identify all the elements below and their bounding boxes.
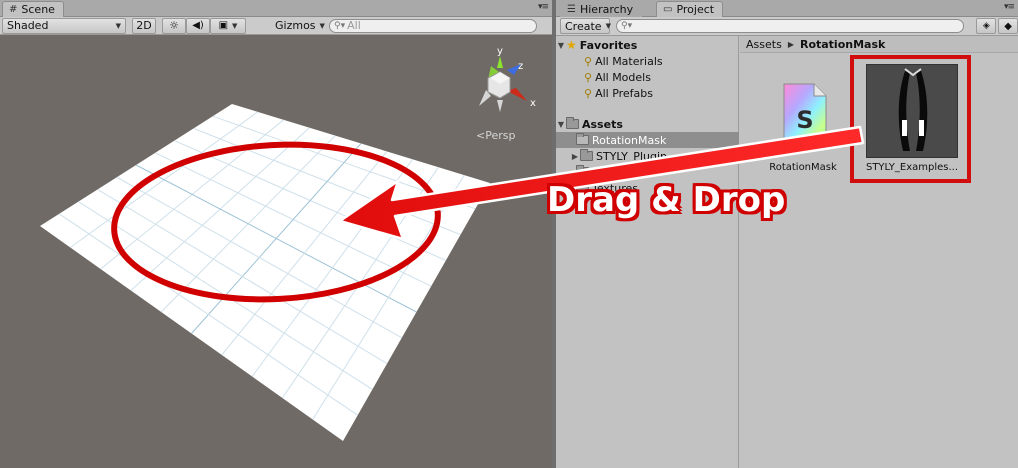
tab-menu-icon[interactable]: ▾≡: [1004, 2, 1015, 12]
search-icon: ⚲: [584, 70, 593, 84]
filter-by-label-button[interactable]: ◆: [998, 18, 1018, 34]
tree-favorite-item[interactable]: ⚲ All Materials: [556, 53, 739, 69]
tab-hierarchy[interactable]: ☰ Hierarchy: [560, 1, 643, 17]
image-icon: ▣: [218, 20, 229, 31]
sun-icon: ☼: [169, 19, 179, 32]
breadcrumb-item[interactable]: RotationMask: [800, 38, 885, 51]
chevron-down-icon: ▼: [115, 21, 121, 30]
expand-arrow-icon[interactable]: ▼: [556, 120, 566, 129]
scene-tab-bar: # Scene ▾≡: [0, 0, 552, 17]
effects-dropdown[interactable]: ▣ ▼: [210, 17, 246, 34]
folder-icon: [576, 133, 589, 145]
scene-canvas: y z x <Persp: [40, 46, 536, 441]
tree-folder-styly-plugin[interactable]: ▶ STYLY_Plugin: [556, 148, 739, 164]
tree-favorites[interactable]: ▼ ★ Favorites: [556, 37, 739, 53]
scene-viewport[interactable]: y z x <Persp: [0, 36, 552, 468]
shading-mode-dropdown[interactable]: Shaded ▼: [2, 17, 126, 34]
create-label: Create: [565, 19, 602, 33]
folder-icon: [566, 117, 579, 129]
chevron-down-icon: ▼: [319, 21, 325, 30]
asset-tile-rotationmask[interactable]: S: [782, 82, 828, 140]
project-tab-bar: ☰ Hierarchy ▭ Project ▾≡: [556, 0, 1018, 17]
project-toolbar: Create ▼ ⚲▾ ◈ ◆: [556, 17, 1018, 36]
folder-icon: ▭: [663, 4, 673, 15]
plane-mesh: [40, 104, 490, 441]
folder-icon: [580, 149, 593, 161]
shader-icon: S: [783, 83, 827, 139]
asset-label-rotationmask[interactable]: RotationMask: [762, 162, 844, 173]
mode-2d-button[interactable]: 2D: [132, 17, 156, 34]
breadcrumb-item[interactable]: Assets: [746, 38, 782, 51]
tab-scene[interactable]: # Scene: [2, 1, 64, 17]
lighting-toggle[interactable]: ☼: [162, 17, 186, 34]
scene-toolbar: Shaded ▼ 2D ☼ ◀) ▣ ▼ Gizmos ▼ ⚲▾ All: [0, 17, 552, 35]
chevron-down-icon: ▼: [232, 21, 238, 30]
shapes-icon: ◈: [982, 21, 990, 31]
folder-icon: [576, 165, 589, 177]
asset-highlight-box: [850, 55, 971, 183]
axis-x-label: x: [530, 98, 536, 109]
chevron-right-icon: ▶: [787, 39, 794, 49]
chevron-down-icon: ▼: [605, 22, 611, 30]
axis-z-label: z: [518, 61, 523, 72]
expand-arrow-icon[interactable]: ▼: [556, 41, 566, 50]
gizmo-y-cone[interactable]: [497, 56, 503, 68]
expand-arrow-icon[interactable]: ▶: [570, 152, 580, 161]
star-icon: ★: [566, 38, 577, 52]
search-icon: ⚲▾: [334, 20, 346, 31]
speaker-icon: ◀): [192, 20, 204, 31]
search-icon: ⚲▾: [621, 21, 633, 31]
tab-menu-icon[interactable]: ▾≡: [538, 2, 549, 12]
shader-letter: S: [796, 106, 813, 134]
search-placeholder: All: [347, 19, 361, 32]
create-dropdown[interactable]: Create ▼: [560, 18, 611, 34]
search-icon: ⚲: [584, 54, 593, 68]
gizmos-label: Gizmos: [275, 19, 316, 32]
shading-mode-label: Shaded: [7, 19, 49, 32]
projection-label[interactable]: <Persp: [476, 129, 515, 142]
tab-project[interactable]: ▭ Project: [656, 1, 724, 17]
project-search-input[interactable]: ⚲▾: [616, 19, 965, 33]
gizmo-neg-y-cone[interactable]: [497, 100, 503, 112]
grid-icon: #: [9, 4, 18, 15]
tree-assets[interactable]: ▼ Assets: [556, 116, 739, 132]
breadcrumb: Assets ▶ RotationMask: [740, 36, 1018, 53]
tree-folder-rotationmask[interactable]: RotationMask: [556, 132, 739, 148]
tag-icon: ◆: [1004, 20, 1012, 32]
list-icon: ☰: [567, 4, 576, 15]
project-tree: ▼ ★ Favorites ⚲ All Materials ⚲ All Mode…: [556, 36, 739, 468]
axis-y-label: y: [497, 46, 503, 57]
tree-favorite-item[interactable]: ⚲ All Prefabs: [556, 85, 739, 101]
drag-drop-label: Drag & Drop: [547, 180, 786, 220]
scene-search-input[interactable]: ⚲▾ All: [329, 18, 537, 33]
scene-panel: # Scene ▾≡ Shaded ▼ 2D ☼ ◀) ▣ ▼ Gizmos ▼…: [0, 0, 552, 468]
search-icon: ⚲: [584, 86, 593, 100]
filter-by-type-button[interactable]: ◈: [976, 18, 997, 34]
tab-scene-label: Scene: [21, 3, 55, 16]
tree-favorite-item[interactable]: ⚲ All Models: [556, 69, 739, 85]
audio-toggle[interactable]: ◀): [186, 17, 210, 34]
tree-folder-styly-temp[interactable]: styly_temp: [556, 164, 739, 180]
gizmos-dropdown[interactable]: Gizmos ▼: [271, 18, 327, 34]
